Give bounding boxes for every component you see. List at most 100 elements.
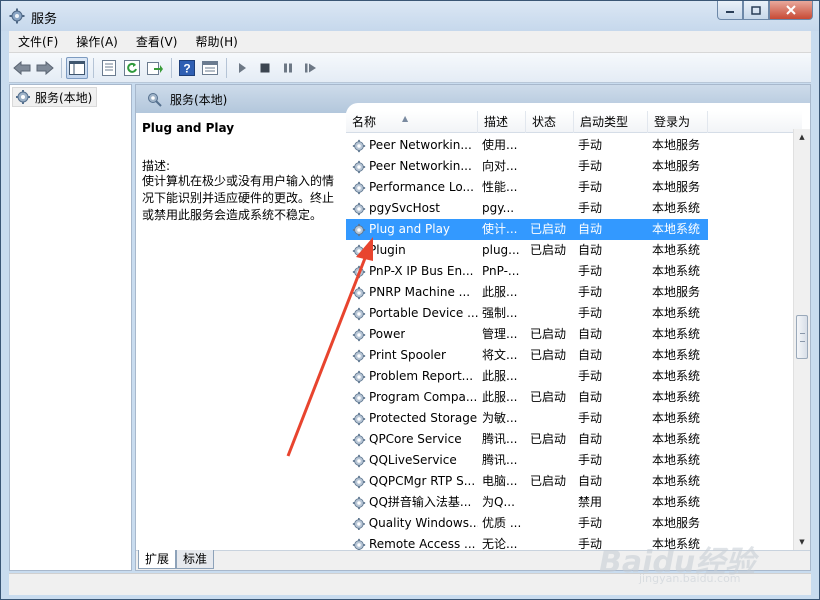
maximize-icon [751, 5, 761, 15]
maximize-button[interactable] [743, 1, 769, 20]
cell-description: 为Q... [482, 495, 515, 509]
export-list-icon [147, 61, 163, 75]
menu-help[interactable]: 帮助(H) [186, 31, 246, 53]
service-gear-icon [352, 412, 366, 425]
service-gear-icon [352, 538, 366, 550]
service-gear-icon [352, 265, 366, 278]
cell-name: Peer Networkin... [346, 156, 478, 177]
restart-service-button[interactable] [300, 57, 322, 79]
scrollbar-thumb[interactable] [796, 315, 808, 359]
cell-name: Problem Report... [346, 366, 478, 387]
cell-log-on-as: 本地系统 [652, 306, 701, 320]
cell-startup-type: 手动 [578, 453, 603, 467]
cell-log-on-as: 本地系统 [652, 390, 701, 404]
description-pane: Plug and Play 描述: 使计算机在极少或没有用户输入的情况下能识别并… [136, 113, 340, 550]
menu-file[interactable]: 文件(F) [9, 31, 67, 53]
cell-status [526, 177, 574, 198]
table-row[interactable]: Problem Report... 此服... 手动 本地系统 [346, 366, 802, 387]
cell-status: 已启动 [530, 474, 567, 488]
table-row[interactable]: Plugin plug... 已启动 自动 本地系统 [346, 240, 802, 261]
table-row[interactable]: Quality Windows... 优质 ... 手动 本地服务 [346, 513, 802, 534]
cell-log-on-as: 本地服务 [652, 138, 701, 152]
service-name: Peer Networkin... [369, 138, 472, 152]
cell-status [526, 198, 574, 219]
start-service-button[interactable] [231, 57, 253, 79]
service-name: Plug and Play [369, 222, 451, 236]
help-button[interactable]: ? [176, 57, 198, 79]
service-gear-icon [352, 160, 366, 173]
forward-button[interactable] [34, 57, 56, 79]
cell-description: 向对... [482, 159, 518, 173]
service-name: Print Spooler [369, 348, 446, 362]
properties-icon [102, 59, 116, 76]
column-header-label: 名称 [352, 115, 377, 129]
table-row[interactable]: Portable Device ... 强制... 手动 本地系统 [346, 303, 802, 324]
export-list-button[interactable] [144, 57, 166, 79]
services-window: 服务 文件(F) 操作(A) 查看(V) 帮助(H) ? 服务(本地) 服务(本… [0, 0, 820, 600]
cell-description: 使计... [482, 222, 518, 236]
cell-status [526, 534, 574, 550]
cell-startup-type: 自动 [578, 222, 603, 236]
table-row[interactable]: Protected Storage 为敏... 手动 本地系统 [346, 408, 802, 429]
service-gear-icon [352, 202, 366, 215]
properties-button[interactable] [98, 57, 120, 79]
table-row[interactable]: Performance Lo... 性能... 手动 本地服务 [346, 177, 802, 198]
services-list[interactable]: ▲ 名称 描述 状态 启动类型 登录为 Peer Networkin... 使用.… [346, 103, 810, 550]
table-row[interactable]: Peer Networkin... 向对... 手动 本地服务 [346, 156, 802, 177]
table-row[interactable]: QPCore Service 腾讯... 已启动 自动 本地系统 [346, 429, 802, 450]
cell-startup-type: 自动 [578, 474, 603, 488]
cell-name: Protected Storage [346, 408, 478, 429]
table-row[interactable]: QQPCMgr RTP S... 电脑... 已启动 自动 本地系统 [346, 471, 802, 492]
pause-service-button[interactable] [277, 57, 299, 79]
cell-status [526, 135, 574, 156]
table-row[interactable]: QQLiveService 腾讯... 手动 本地系统 [346, 450, 802, 471]
table-row[interactable]: Peer Networkin... 使用... 手动 本地服务 [346, 135, 802, 156]
minimize-button[interactable] [717, 1, 743, 20]
column-header-description[interactable]: 描述 [478, 111, 526, 133]
stop-service-button[interactable] [254, 57, 276, 79]
table-row[interactable]: Plug and Play 使计... 已启动 自动 本地系统 [346, 219, 708, 240]
table-row[interactable]: Power 管理... 已启动 自动 本地系统 [346, 324, 802, 345]
menu-action[interactable]: 操作(A) [67, 31, 127, 53]
menu-view[interactable]: 查看(V) [127, 31, 187, 53]
cell-status: 已启动 [530, 348, 567, 362]
scroll-down-arrow-icon[interactable]: ▼ [794, 534, 810, 550]
cell-description: 性能... [482, 180, 518, 194]
gear-icon [148, 93, 162, 107]
console-view-button[interactable] [199, 57, 221, 79]
table-row[interactable]: Program Compa... 此服... 已启动 自动 本地系统 [346, 387, 802, 408]
tab-extended[interactable]: 扩展 [138, 550, 177, 569]
column-header-startup-type[interactable]: 启动类型 [574, 111, 648, 133]
table-row[interactable]: QQ拼音输入法基... 为Q... 禁用 本地系统 [346, 492, 802, 513]
service-name: Plugin [369, 243, 406, 257]
cell-status [526, 156, 574, 177]
console-view-icon [202, 60, 218, 75]
service-name: pgySvcHost [369, 201, 440, 215]
table-row[interactable]: PnP-X IP Bus En... PnP-... 手动 本地系统 [346, 261, 802, 282]
cell-status [526, 261, 574, 282]
refresh-button[interactable] [121, 57, 143, 79]
column-header-status[interactable]: 状态 [526, 111, 574, 133]
back-button[interactable] [11, 57, 33, 79]
tab-standard[interactable]: 标准 [176, 550, 215, 569]
cell-description: 电脑... [482, 474, 518, 488]
baidu-watermark: Baidu经验 jingyan.baidu.com [599, 537, 789, 587]
table-row[interactable]: Print Spooler 将文... 已启动 自动 本地系统 [346, 345, 802, 366]
cell-description: 优质 ... [482, 516, 522, 530]
cell-startup-type: 自动 [578, 348, 603, 362]
cell-startup-type: 手动 [578, 285, 603, 299]
tree-item-services-local[interactable]: 服务(本地) [12, 87, 98, 107]
cell-startup-type: 手动 [578, 411, 603, 425]
cell-description: 无论... [482, 537, 518, 550]
column-header-log-on-as[interactable]: 登录为 [648, 111, 708, 133]
table-row[interactable]: PNRP Machine ... 此服... 手动 本地服务 [346, 282, 802, 303]
column-header-name[interactable]: ▲ 名称 [346, 111, 478, 133]
show-hide-tree-button[interactable] [66, 56, 88, 79]
close-button[interactable] [769, 1, 813, 20]
service-gear-icon [352, 244, 366, 257]
service-name: PNRP Machine ... [369, 285, 471, 299]
scroll-up-arrow-icon[interactable]: ▲ [794, 129, 810, 145]
table-row[interactable]: pgySvcHost pgy... 手动 本地系统 [346, 198, 802, 219]
vertical-scrollbar[interactable]: ▲ ▼ [793, 129, 810, 550]
service-name: Portable Device ... [368, 306, 478, 320]
